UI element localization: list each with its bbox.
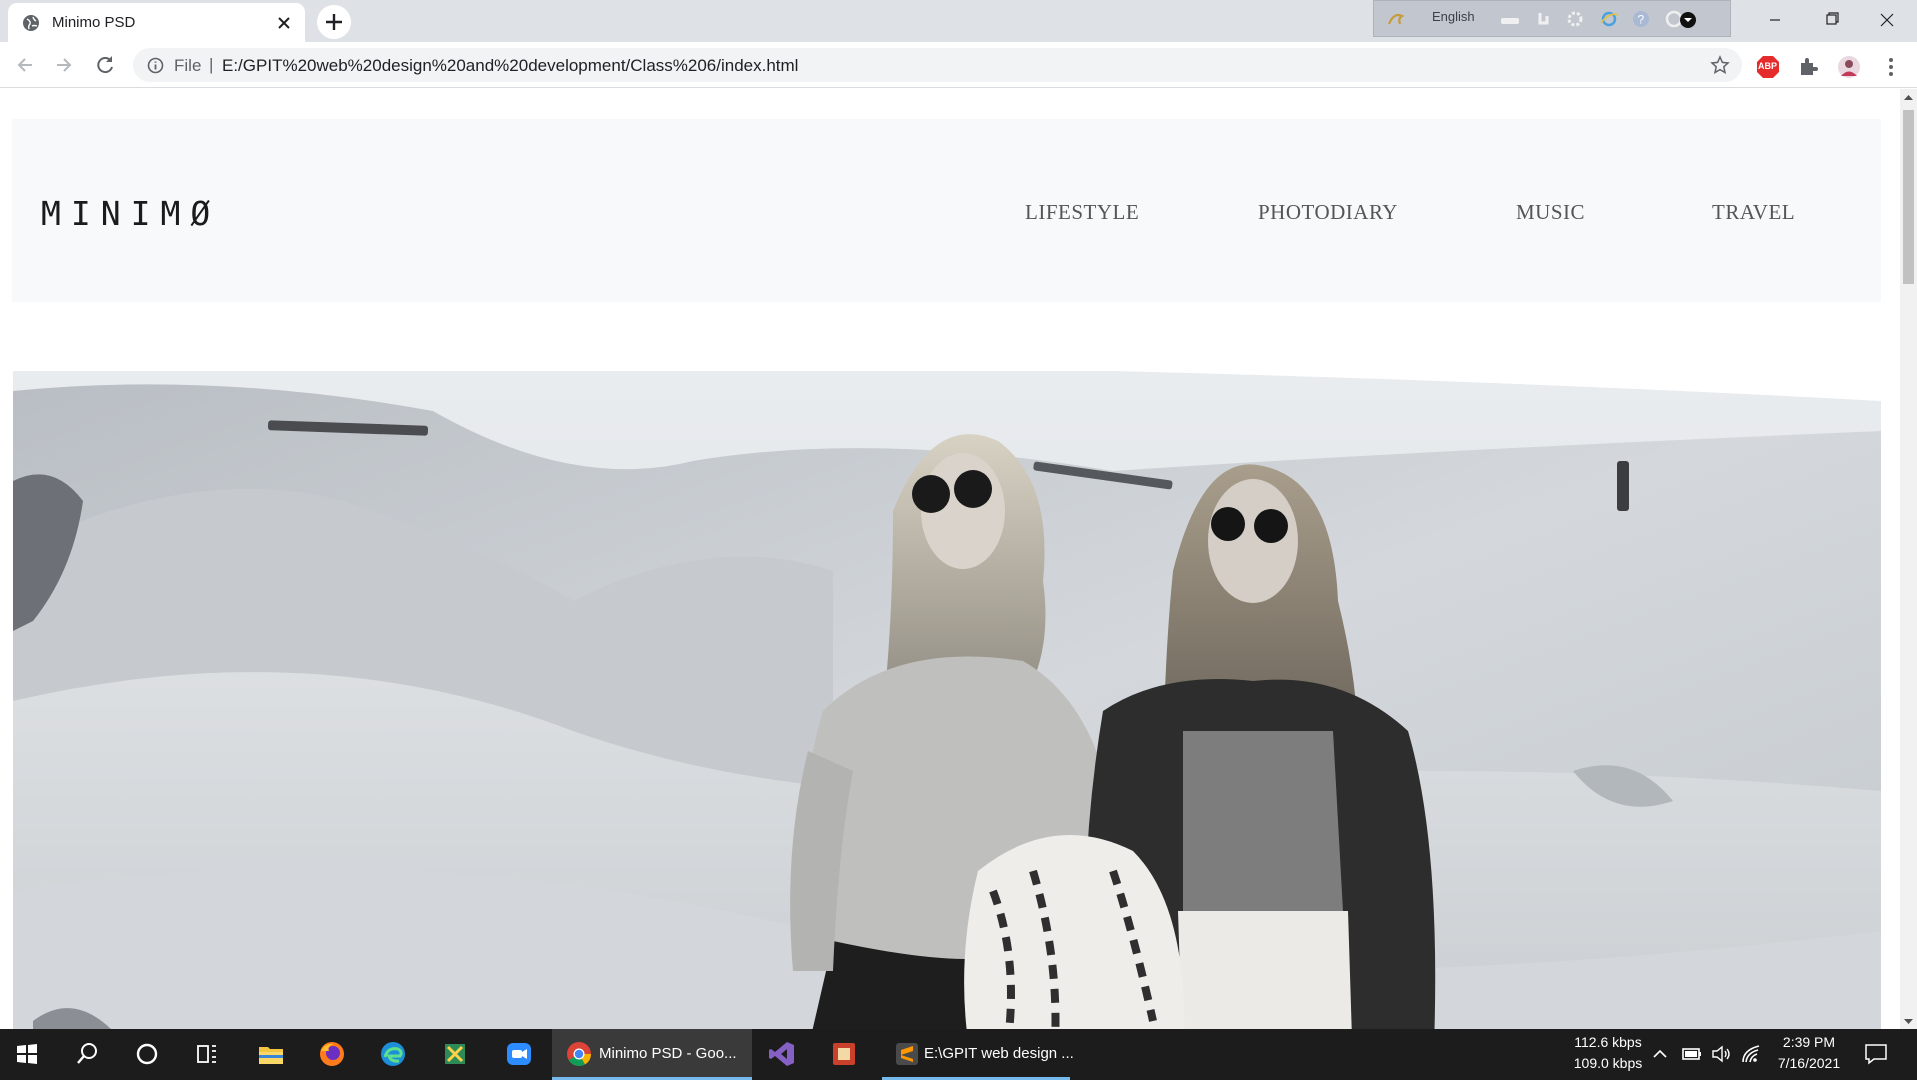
page-scrollbar[interactable] — [1900, 89, 1917, 1029]
adblock-plus-icon[interactable]: ABP — [1756, 55, 1780, 79]
gear-icon[interactable] — [1566, 10, 1584, 28]
chrome-icon — [567, 1042, 591, 1067]
help-icon[interactable]: ? — [1632, 10, 1650, 28]
hand-icon[interactable] — [1534, 10, 1552, 28]
globe-icon — [23, 15, 39, 31]
ime-toolbar: English ? — [1373, 0, 1731, 37]
zoom-icon[interactable] — [504, 1039, 534, 1069]
forward-arrow-icon[interactable] — [49, 50, 79, 80]
ie-icon[interactable] — [1599, 10, 1619, 28]
taskbar-app-chrome[interactable]: Minimo PSD - Goo... — [552, 1029, 752, 1080]
browser-tab-strip: Minimo PSD English ? — [0, 0, 1917, 42]
page-viewport: MINIMØ LIFESTYLE PHOTODIARY MUSIC TRAVEL — [0, 89, 1917, 1029]
cortana-icon[interactable] — [132, 1039, 162, 1069]
close-icon[interactable] — [273, 12, 295, 34]
wifi-icon[interactable] — [1741, 1044, 1763, 1064]
nav-lifestyle[interactable]: LIFESTYLE — [1025, 200, 1139, 225]
windows-start-icon[interactable] — [12, 1039, 42, 1069]
visual-studio-icon[interactable] — [767, 1039, 797, 1069]
app-icon-red[interactable] — [829, 1039, 859, 1069]
close-window-button[interactable] — [1859, 0, 1915, 40]
taskbar-app-chrome-label: Minimo PSD - Goo... — [599, 1045, 737, 1062]
snip-tool-icon[interactable] — [440, 1039, 470, 1069]
url-text[interactable]: E:/GPIT%20web%20design%20and%20developme… — [222, 56, 798, 76]
reload-icon[interactable] — [90, 50, 120, 80]
scheme-separator: | — [209, 55, 214, 74]
edge-icon[interactable] — [378, 1039, 408, 1069]
nav-photodiary[interactable]: PHOTODIARY — [1258, 200, 1398, 225]
network-upload-speed: 112.6 kbps — [1574, 1034, 1642, 1050]
nav-travel[interactable]: TRAVEL — [1712, 200, 1795, 225]
new-tab-button[interactable] — [317, 5, 351, 39]
site-logo[interactable]: MINIMØ — [41, 194, 220, 233]
firefox-icon[interactable] — [317, 1039, 347, 1069]
scrollbar-thumb[interactable] — [1903, 110, 1914, 284]
ime-logo-icon[interactable] — [1386, 10, 1408, 30]
site-header: MINIMØ LIFESTYLE PHOTODIARY MUSIC TRAVEL — [12, 119, 1881, 302]
hero-image — [13, 371, 1881, 1029]
file-explorer-icon[interactable] — [256, 1039, 286, 1069]
keyboard-icon[interactable] — [1500, 10, 1520, 28]
chevron-up-icon[interactable] — [1652, 1047, 1668, 1061]
address-bar[interactable]: File | E:/GPIT%20web%20design%20and%20de… — [133, 48, 1742, 82]
avatar[interactable] — [1837, 55, 1861, 79]
tab-title: Minimo PSD — [52, 14, 136, 31]
svg-text:?: ? — [1638, 13, 1645, 27]
minimize-button[interactable] — [1747, 0, 1803, 40]
windows-taskbar: Minimo PSD - Goo... E:\GPIT web design .… — [0, 1029, 1917, 1080]
extension-badge: ABP — [1758, 61, 1778, 71]
ime-menu-icon[interactable] — [1664, 10, 1698, 30]
network-download-speed: 109.0 kbps — [1573, 1055, 1643, 1071]
scroll-up-arrow-icon[interactable] — [1904, 94, 1913, 101]
scroll-down-arrow-icon[interactable] — [1904, 1018, 1913, 1025]
browser-tab[interactable]: Minimo PSD — [8, 3, 305, 42]
ime-language-label[interactable]: English — [1432, 9, 1475, 24]
puzzle-extensions-icon[interactable] — [1797, 55, 1821, 79]
more-menu-icon[interactable] — [1879, 55, 1903, 79]
search-icon[interactable] — [72, 1039, 102, 1069]
task-view-icon[interactable] — [192, 1039, 222, 1069]
notifications-icon[interactable] — [1864, 1043, 1888, 1065]
browser-toolbar: File | E:/GPIT%20web%20design%20and%20de… — [0, 42, 1917, 88]
battery-icon[interactable] — [1681, 1045, 1703, 1063]
taskbar-app-sublime[interactable]: E:\GPIT web design ... — [882, 1029, 1074, 1080]
scheme-label: File — [174, 56, 202, 75]
restore-button[interactable] — [1803, 0, 1859, 40]
nav-music[interactable]: MUSIC — [1516, 200, 1585, 225]
taskbar-app-sublime-label: E:\GPIT web design ... — [924, 1045, 1074, 1062]
clock-time[interactable]: 2:39 PM — [1768, 1034, 1850, 1050]
clock-date[interactable]: 7/16/2021 — [1768, 1055, 1850, 1071]
info-icon[interactable] — [147, 57, 164, 74]
volume-icon[interactable] — [1710, 1044, 1732, 1064]
back-arrow-icon[interactable] — [10, 50, 40, 80]
bookmark-star-icon[interactable] — [1710, 55, 1730, 75]
sublime-text-icon — [896, 1043, 918, 1065]
